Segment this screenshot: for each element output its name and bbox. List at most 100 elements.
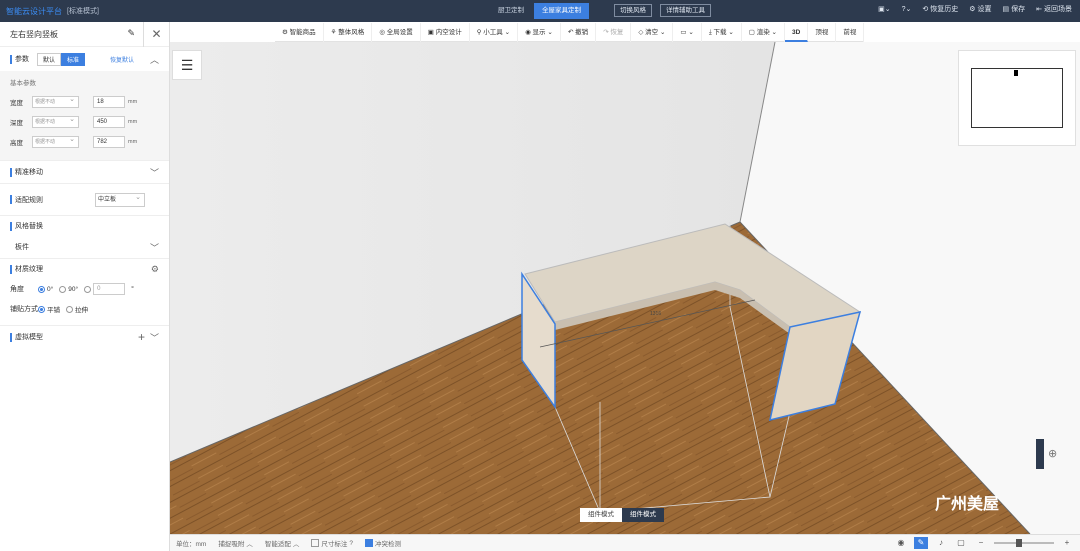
undo-button[interactable]: ↶ 撤销 xyxy=(561,22,597,42)
height-unit: mm xyxy=(128,138,138,145)
minimap[interactable] xyxy=(958,50,1076,146)
display-button[interactable]: ◉ 显示 ⌄ xyxy=(518,22,561,42)
panel-title: 左右竖向竖板 xyxy=(10,29,58,39)
zoom-slider-knob[interactable] xyxy=(1016,539,1022,547)
status-right-tools: ◉ ✎ ♪ ▢ − + xyxy=(894,537,1074,549)
zoom-out-icon[interactable]: − xyxy=(974,537,988,549)
toggle-standard[interactable]: 标准 xyxy=(61,52,86,66)
size-label-checkbox[interactable]: 尺寸标注 ? xyxy=(311,538,353,548)
param-row-width: 宽度 根据不动 18 mm xyxy=(10,92,159,112)
view-top-tab[interactable]: 顶视 xyxy=(808,22,837,42)
view-3d-tab[interactable]: 3D xyxy=(785,22,809,42)
chevron-down-icon[interactable]: ﹀ xyxy=(150,331,159,344)
match-rule-select[interactable]: 中立板 xyxy=(95,192,145,207)
chevron-up-icon[interactable]: ︿ xyxy=(150,53,159,66)
tab-kitchen[interactable]: 厨卫定制 xyxy=(490,3,532,19)
zoom-icon[interactable]: ⊕ xyxy=(1048,447,1057,460)
height-input[interactable]: 782 xyxy=(93,136,125,148)
snap-toggle[interactable]: 捕捉吸附 ︿ xyxy=(218,538,253,548)
save-button[interactable]: ▤ 保存 xyxy=(1003,4,1026,14)
depth-unit: mm xyxy=(128,118,138,125)
depth-input[interactable]: 450 xyxy=(93,116,125,128)
history-icon: ⟲ xyxy=(922,6,929,13)
zoom-in-icon[interactable]: + xyxy=(1060,537,1074,549)
save-menu-icon[interactable]: ▣⌄ xyxy=(878,5,890,13)
top-tabs: 厨卫定制 全屋家具定制 xyxy=(490,3,589,19)
auto-fit-toggle[interactable]: 智能适配 ︿ xyxy=(265,538,300,548)
tree-view-icon[interactable]: ☰ xyxy=(172,50,202,80)
small-tools-button[interactable]: ⚲ 小工具 ⌄ xyxy=(470,22,519,42)
edit-icon[interactable]: ✎ xyxy=(127,28,135,39)
floppy-icon: ▤ xyxy=(1002,6,1010,13)
global-settings-button[interactable]: ◎ 全局设置 xyxy=(372,22,421,42)
collision-checkbox[interactable]: 冲突检测 xyxy=(364,538,401,548)
exit-button[interactable]: ⇤ 返回场景 xyxy=(1036,4,1072,14)
properties-panel: 左右竖向竖板 ✎ ✕ 参数 默认 标准 恢复默认 ︿ 基本参数 宽度 根据不动 … xyxy=(0,22,170,551)
depth-mode-select[interactable]: 根据不动 xyxy=(32,115,79,128)
layout-button[interactable]: ▭ ⌄ xyxy=(673,22,702,42)
brand-title: 智能云设计平台 xyxy=(6,6,62,16)
angle-90-radio[interactable]: 90° xyxy=(59,285,78,293)
top-bar: 智能云设计平台 [标准模式] 厨卫定制 全屋家具定制 切换风格 详情辅助工具 ▣… xyxy=(0,0,1080,22)
redo-button[interactable]: ↷ 恢复 xyxy=(596,22,632,42)
lay-tile-radio[interactable]: 平铺 xyxy=(38,304,60,314)
width-unit: mm xyxy=(128,98,138,105)
brush-icon[interactable]: ✎ xyxy=(914,537,928,549)
param-row-height: 高度 根据不动 782 mm xyxy=(10,132,159,152)
angle-unit: ° xyxy=(131,285,134,293)
width-mode-select[interactable]: 根据不动 xyxy=(32,95,79,108)
main-toolbar: ⚙ 智能商品 ⚘ 整体风格 ◎ 全局设置 ▣ 内空设计 ⚲ 小工具 ⌄ ◉ 显示… xyxy=(275,22,865,42)
zoom-slider[interactable] xyxy=(994,539,1054,547)
view-front-tab[interactable]: 前视 xyxy=(836,22,865,42)
mode-tab-component-active[interactable]: 组件模式 xyxy=(622,508,664,522)
gear-icon[interactable]: ⚙ xyxy=(151,264,159,275)
restore-default-link[interactable]: 恢复默认 xyxy=(110,55,134,64)
precise-move-section[interactable]: 精准移动 ﹀ xyxy=(0,161,169,183)
param-row-depth: 深度 根据不动 450 mm xyxy=(10,112,159,132)
switch-style-button[interactable]: 切换风格 xyxy=(614,4,652,17)
chevron-down-icon[interactable]: ﹀ xyxy=(150,241,159,254)
camera-icon[interactable]: ◉ xyxy=(894,537,908,549)
angle-0-radio[interactable]: 0° xyxy=(38,285,53,293)
toggle-default[interactable]: 默认 xyxy=(37,52,62,66)
help-icon[interactable]: ?⌄ xyxy=(902,5,912,13)
mode-label: [标准模式] xyxy=(67,8,99,15)
style-replace-select[interactable]: 板件 ﹀ xyxy=(0,236,169,258)
download-button[interactable]: ⤓ 下载 ⌄ xyxy=(702,22,742,42)
settings-button[interactable]: ⚙ 设置 xyxy=(969,4,991,14)
tools-button[interactable]: 详情辅助工具 xyxy=(660,4,711,17)
close-icon[interactable]: ✕ xyxy=(143,22,169,47)
history-button[interactable]: ⟲ 恢复历史 xyxy=(922,4,958,14)
mode-tabs: 组件模式 组件模式 xyxy=(580,508,664,522)
mic-icon[interactable]: ♪ xyxy=(934,537,948,549)
panel-header: 左右竖向竖板 ✎ ✕ xyxy=(0,22,169,47)
plus-icon[interactable]: + xyxy=(138,330,145,344)
watermark-right: 广州美屋 xyxy=(935,496,1000,513)
lay-stretch-radio[interactable]: 拉伸 xyxy=(66,304,88,314)
scene-render: 1316 xyxy=(170,42,1080,534)
angle-custom-radio[interactable]: 0 xyxy=(84,283,126,295)
mode-tab-component[interactable]: 组件模式 xyxy=(580,508,622,522)
interior-design-button[interactable]: ▣ 内空设计 xyxy=(421,22,470,42)
top-right-actions: ▣⌄ ?⌄ ⟲ 恢复历史 ⚙ 设置 ▤ 保存 ⇤ 返回场景 xyxy=(878,4,1072,14)
watermark-left: 大数跨境 xyxy=(20,522,85,539)
gear-icon: ⚙ xyxy=(969,6,976,13)
params-section-header[interactable]: 参数 默认 标准 恢复默认 ︿ xyxy=(0,47,169,71)
clear-button[interactable]: ◇ 清空 ⌄ xyxy=(631,22,674,42)
render-button[interactable]: ▢ 渲染 ⌄ xyxy=(742,22,785,42)
virtual-model-section[interactable]: 虚拟模型 + ﹀ xyxy=(0,326,169,348)
camera-marker[interactable] xyxy=(1014,70,1018,76)
fit-icon[interactable]: ▢ xyxy=(954,537,968,549)
style-button[interactable]: ⚘ 整体风格 xyxy=(324,22,373,42)
smart-goods-button[interactable]: ⚙ 智能商品 xyxy=(275,22,324,42)
side-panel-handle[interactable] xyxy=(1036,439,1044,469)
material-header: 材质纹理 ⚙ xyxy=(0,259,169,279)
height-mode-select[interactable]: 根据不动 xyxy=(32,135,79,148)
3d-viewport[interactable]: 1316 xyxy=(170,42,1080,534)
chevron-down-icon[interactable]: ﹀ xyxy=(150,166,159,179)
tab-wholehouse[interactable]: 全屋家具定制 xyxy=(534,3,589,19)
match-rule-row: 适配规则 中立板 xyxy=(0,184,169,215)
minimap-room xyxy=(971,68,1063,128)
width-input[interactable]: 18 xyxy=(93,96,125,108)
lay-row: 铺贴方式 平铺 拉伸 xyxy=(10,304,88,314)
